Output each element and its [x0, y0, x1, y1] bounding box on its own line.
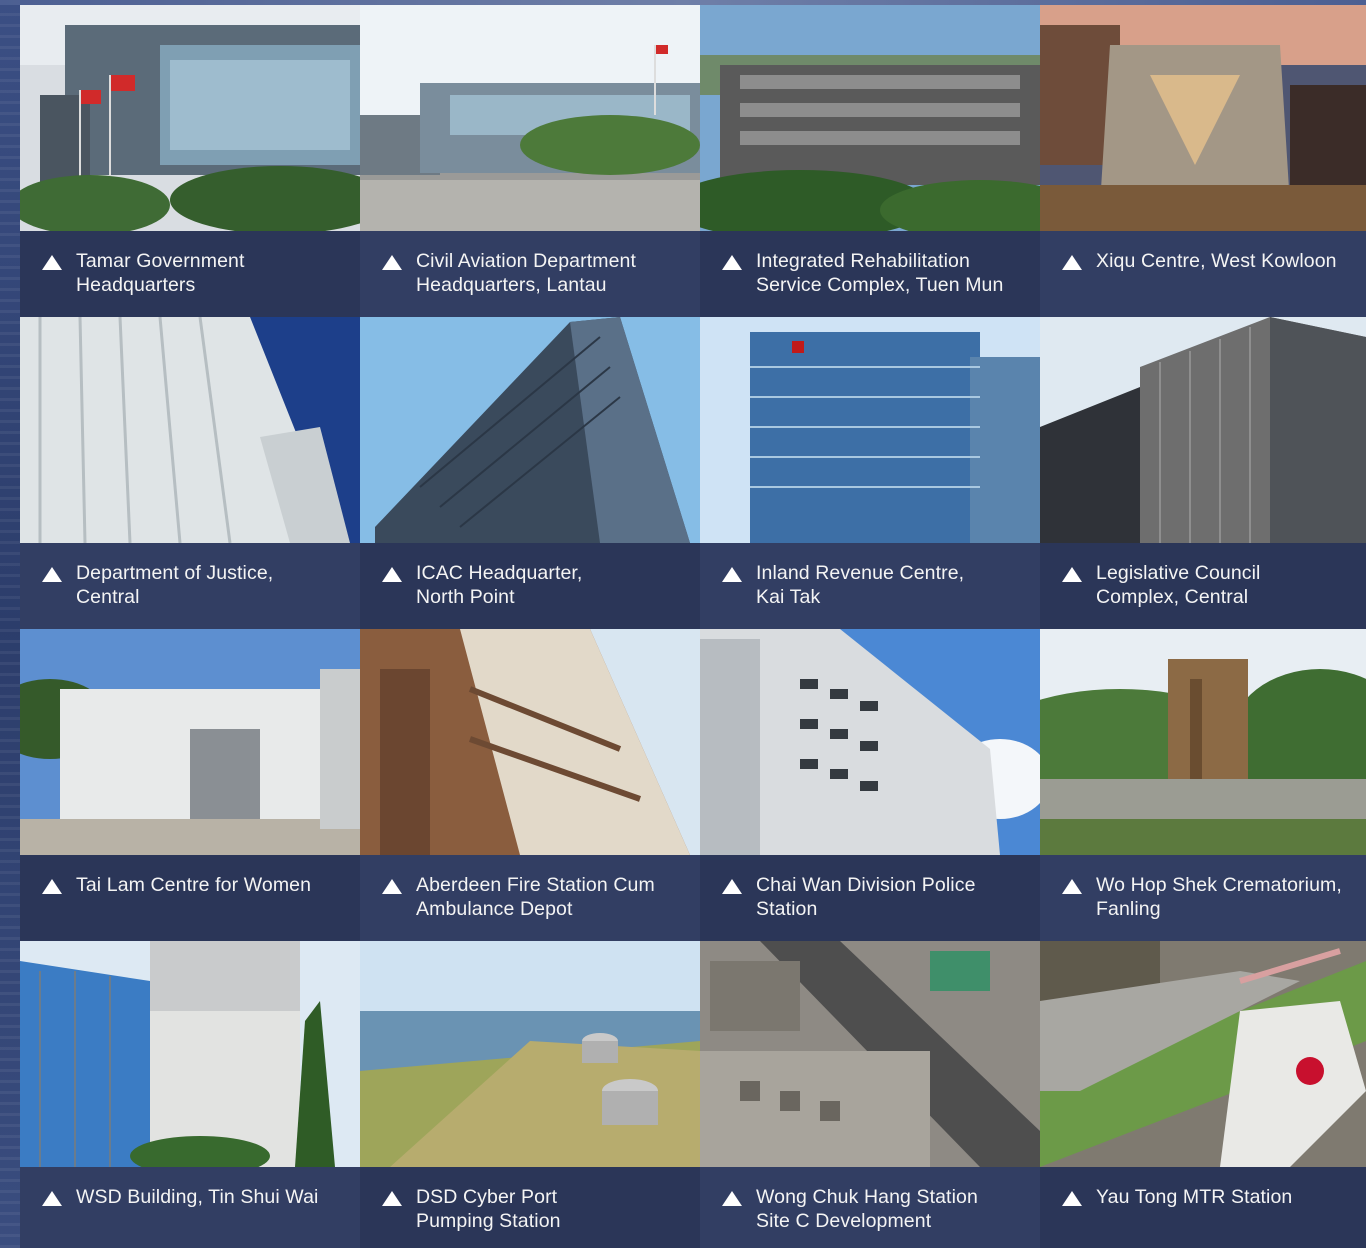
- project-caption: Inland Revenue Centre, Kai Tak: [700, 543, 1040, 629]
- project-name: Yau Tong MTR Station: [1096, 1186, 1293, 1208]
- triangle-up-icon: [42, 1191, 62, 1206]
- project-name: Tai Lam Centre for Women: [76, 874, 312, 896]
- project-tile: Chai Wan Division Police Station: [700, 629, 1040, 941]
- project-name: ICAC Headquarter, North Point: [416, 562, 583, 608]
- triangle-up-icon: [382, 879, 402, 894]
- triangle-up-icon: [722, 879, 742, 894]
- integrated-rehabilitation-complex-photo: [700, 5, 1040, 231]
- triangle-up-icon: [722, 255, 742, 270]
- project-name: Tamar Government Headquarters: [76, 250, 245, 296]
- tamar-government-headquarters-photo: [20, 5, 360, 231]
- project-gallery-page: Tamar Government Headquarters Civil Avia…: [0, 0, 1366, 1248]
- project-tile: Xiqu Centre, West Kowloon: [1040, 5, 1366, 317]
- project-tile: Civil Aviation Department Headquarters, …: [360, 5, 700, 317]
- project-caption: Chai Wan Division Police Station: [700, 855, 1040, 941]
- wo-hop-shek-crematorium-photo: [1040, 629, 1366, 855]
- project-caption: Aberdeen Fire Station Cum Ambulance Depo…: [360, 855, 700, 941]
- triangle-up-icon: [382, 1191, 402, 1206]
- project-name: WSD Building, Tin Shui Wai: [76, 1186, 319, 1208]
- triangle-up-icon: [1062, 1191, 1082, 1206]
- project-caption: Tai Lam Centre for Women: [20, 855, 360, 941]
- project-tile: ICAC Headquarter, North Point: [360, 317, 700, 629]
- project-tile: Department of Justice, Central: [20, 317, 360, 629]
- project-caption: DSD Cyber Port Pumping Station: [360, 1167, 700, 1248]
- project-tile: Legislative Council Complex, Central: [1040, 317, 1366, 629]
- triangle-up-icon: [382, 567, 402, 582]
- project-caption: Tamar Government Headquarters: [20, 231, 360, 317]
- project-grid: Tamar Government Headquarters Civil Avia…: [20, 5, 1366, 1248]
- project-name: Aberdeen Fire Station Cum Ambulance Depo…: [416, 874, 655, 920]
- chai-wan-police-station-photo: [700, 629, 1040, 855]
- aberdeen-fire-station-photo: [360, 629, 700, 855]
- project-tile: DSD Cyber Port Pumping Station: [360, 941, 700, 1248]
- civil-aviation-department-photo: [360, 5, 700, 231]
- triangle-up-icon: [1062, 567, 1082, 582]
- project-caption: Department of Justice, Central: [20, 543, 360, 629]
- wsd-building-photo: [20, 941, 360, 1167]
- project-name: Chai Wan Division Police Station: [756, 874, 976, 920]
- wong-chuk-hang-station-photo: [700, 941, 1040, 1167]
- project-caption: Wo Hop Shek Crematorium, Fanling: [1040, 855, 1366, 941]
- icac-headquarter-photo: [360, 317, 700, 543]
- project-caption: Civil Aviation Department Headquarters, …: [360, 231, 700, 317]
- project-name: Legislative Council Complex, Central: [1096, 562, 1261, 608]
- dsd-cyber-port-pumping-station-photo: [360, 941, 700, 1167]
- project-caption: Wong Chuk Hang Station Site C Developmen…: [700, 1167, 1040, 1248]
- project-tile: Inland Revenue Centre, Kai Tak: [700, 317, 1040, 629]
- project-tile: Wong Chuk Hang Station Site C Developmen…: [700, 941, 1040, 1248]
- xiqu-centre-photo: [1040, 5, 1366, 231]
- project-name: Xiqu Centre, West Kowloon: [1096, 250, 1337, 272]
- project-caption: WSD Building, Tin Shui Wai: [20, 1167, 360, 1248]
- project-tile: Integrated Rehabilitation Service Comple…: [700, 5, 1040, 317]
- triangle-up-icon: [382, 255, 402, 270]
- project-name: Wong Chuk Hang Station Site C Developmen…: [756, 1186, 978, 1232]
- triangle-up-icon: [722, 567, 742, 582]
- project-name: DSD Cyber Port Pumping Station: [416, 1186, 561, 1232]
- project-caption: ICAC Headquarter, North Point: [360, 543, 700, 629]
- project-name: Civil Aviation Department Headquarters, …: [416, 250, 636, 296]
- project-name: Integrated Rehabilitation Service Comple…: [756, 250, 1004, 296]
- project-caption: Xiqu Centre, West Kowloon: [1040, 231, 1366, 317]
- triangle-up-icon: [1062, 879, 1082, 894]
- yau-tong-mtr-station-photo: [1040, 941, 1366, 1167]
- triangle-up-icon: [42, 567, 62, 582]
- triangle-up-icon: [42, 255, 62, 270]
- project-caption: Integrated Rehabilitation Service Comple…: [700, 231, 1040, 317]
- project-tile: Wo Hop Shek Crematorium, Fanling: [1040, 629, 1366, 941]
- left-border-decoration: [0, 0, 20, 1248]
- project-name: Inland Revenue Centre, Kai Tak: [756, 562, 965, 608]
- triangle-up-icon: [722, 1191, 742, 1206]
- tai-lam-centre-photo: [20, 629, 360, 855]
- project-tile: Yau Tong MTR Station: [1040, 941, 1366, 1248]
- project-tile: Tamar Government Headquarters: [20, 5, 360, 317]
- project-tile: Tai Lam Centre for Women: [20, 629, 360, 941]
- triangle-up-icon: [1062, 255, 1082, 270]
- project-tile: Aberdeen Fire Station Cum Ambulance Depo…: [360, 629, 700, 941]
- project-name: Department of Justice, Central: [76, 562, 274, 608]
- triangle-up-icon: [42, 879, 62, 894]
- project-caption: Legislative Council Complex, Central: [1040, 543, 1366, 629]
- project-caption: Yau Tong MTR Station: [1040, 1167, 1366, 1248]
- project-tile: WSD Building, Tin Shui Wai: [20, 941, 360, 1248]
- legislative-council-complex-photo: [1040, 317, 1366, 543]
- project-name: Wo Hop Shek Crematorium, Fanling: [1096, 874, 1342, 920]
- department-of-justice-photo: [20, 317, 360, 543]
- inland-revenue-centre-photo: [700, 317, 1040, 543]
